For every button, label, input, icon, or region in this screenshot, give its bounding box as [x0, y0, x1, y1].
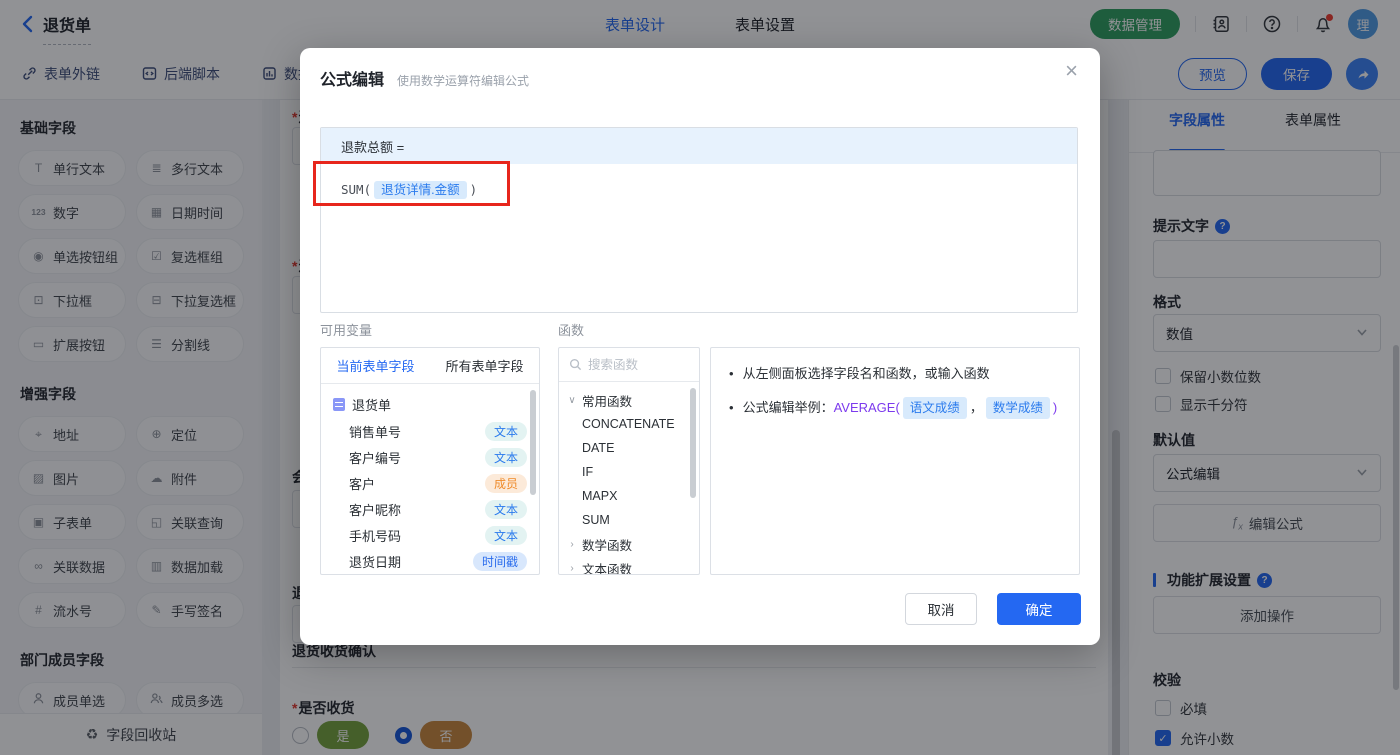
function-item[interactable]: CONCATENATE: [559, 412, 699, 436]
function-search-input[interactable]: [588, 357, 689, 372]
tip-line-2: • 公式编辑举例： AVERAGE( 语文成绩 ， 数学成绩 ): [729, 396, 1061, 420]
modal-subtitle: 使用数学运算符编辑公式: [397, 74, 530, 88]
chevron-collapsed-icon: ›: [570, 538, 574, 550]
formula-target-bar: 退款总额 =: [321, 128, 1077, 164]
example-chip: 数学成绩: [985, 396, 1050, 420]
type-tag: 文本: [484, 525, 527, 545]
formula-edit-modal: 公式编辑 使用数学运算符编辑公式 × 退款总额 = SUM(退货详情.金额) 可…: [300, 48, 1100, 645]
example-chip: 语文成绩: [902, 396, 967, 420]
type-tag: 成员: [484, 473, 527, 493]
function-group-text[interactable]: › 文本函数: [559, 556, 699, 575]
tip-line-1: • 从左侧面板选择字段名和函数，或输入函数: [729, 366, 990, 381]
chevron-expanded-icon: ∨: [568, 394, 576, 406]
app-root: 退货单 表单设计 表单设置 数据管理 理 表单外链 后端脚本 预览 保存 基础字…: [0, 0, 1400, 755]
chevron-collapsed-icon: ›: [570, 562, 574, 574]
function-item[interactable]: DATE: [559, 436, 699, 460]
form-doc-icon: [333, 397, 345, 411]
function-item[interactable]: SUM: [559, 508, 699, 532]
tab-all-form-fields[interactable]: 所有表单字段: [430, 348, 539, 383]
field-chip[interactable]: 退货详情.金额: [374, 181, 467, 199]
confirm-button[interactable]: 确定: [997, 593, 1081, 625]
variables-panel: 当前表单字段 所有表单字段 退货单 销售单号 文本 客户编号 文本 客户 成员 客户昵…: [320, 347, 540, 575]
cancel-button[interactable]: 取消: [905, 593, 977, 625]
type-tag: 文本: [484, 447, 527, 467]
functions-scrollbar[interactable]: [690, 388, 696, 498]
variable-row[interactable]: 退货日期 时间戳: [321, 548, 539, 574]
search-icon: [569, 358, 582, 371]
formula-expression[interactable]: SUM(退货详情.金额): [321, 164, 1077, 213]
variables-scrollbar[interactable]: [530, 390, 536, 495]
variable-row[interactable]: 手机号码 文本: [321, 522, 539, 548]
tips-panel: • 从左侧面板选择字段名和函数，或输入函数 • 公式编辑举例： AVERAGE( …: [710, 347, 1080, 575]
example-function-name: AVERAGE(: [833, 400, 900, 416]
modal-title: 公式编辑: [320, 72, 385, 89]
functions-label: 函数: [558, 323, 585, 338]
variable-row[interactable]: 销售单号 文本: [321, 418, 539, 444]
variable-row[interactable]: 客户编号 文本: [321, 444, 539, 470]
variables-root-node[interactable]: 退货单: [321, 390, 539, 418]
type-tag: 文本: [484, 499, 527, 519]
function-group-common[interactable]: ∨ 常用函数: [559, 388, 699, 412]
variable-row[interactable]: 客户 成员: [321, 470, 539, 496]
variables-label: 可用变量: [320, 323, 373, 338]
function-search[interactable]: [559, 348, 699, 382]
formula-editor[interactable]: 退款总额 = SUM(退货详情.金额): [320, 127, 1078, 313]
function-group-math[interactable]: › 数学函数: [559, 532, 699, 556]
type-tag: 文本: [484, 421, 527, 441]
type-tag: 时间戳: [472, 551, 527, 571]
function-item[interactable]: IF: [559, 460, 699, 484]
function-item[interactable]: MAPX: [559, 484, 699, 508]
variable-row[interactable]: 客户昵称 文本: [321, 496, 539, 522]
tab-current-form-fields[interactable]: 当前表单字段: [321, 348, 430, 383]
close-icon[interactable]: ×: [1065, 60, 1078, 82]
functions-panel: ∨常用函数 CONCATENATE DATE IF MAPX SUM ›数学函数…: [558, 347, 700, 575]
